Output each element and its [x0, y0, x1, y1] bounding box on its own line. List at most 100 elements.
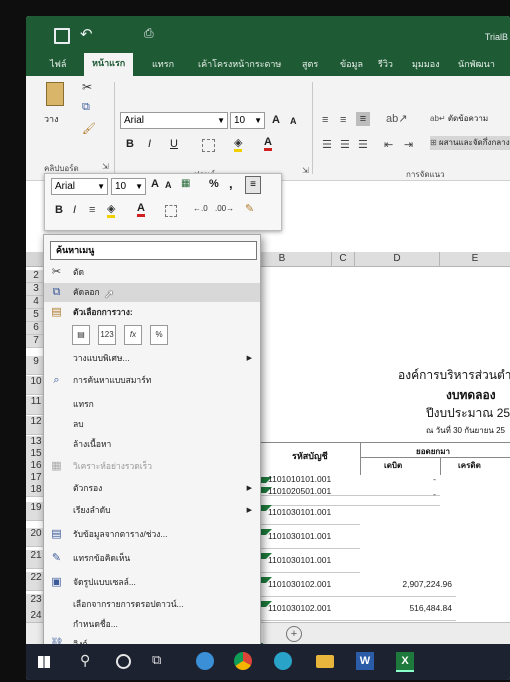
account-code-cell[interactable]: 1101030102.001 — [260, 574, 360, 597]
paste-icon[interactable] — [46, 82, 64, 106]
paste-values-icon[interactable]: 123 — [98, 325, 116, 345]
tab-file[interactable]: ไฟล์ — [50, 57, 66, 71]
cortana-icon[interactable] — [116, 654, 131, 669]
account-code-cell[interactable]: 1101030101.001 — [260, 550, 360, 573]
chevron-down-icon[interactable]: ▼ — [97, 179, 105, 194]
paste-button[interactable]: วาง — [44, 112, 59, 126]
menu-item-quick-analysis[interactable]: ▦ วิเคราะห์อย่างรวดเร็ว — [44, 457, 260, 476]
search-icon[interactable]: ⚲ — [80, 652, 90, 669]
merge-center-button[interactable]: ⊞ ผสานและจัดกึ่งกลาง — [430, 136, 510, 150]
align-left-icon[interactable]: ☰ — [322, 138, 332, 151]
column-header-e[interactable]: E — [440, 252, 510, 267]
tab-data[interactable]: ข้อมูล — [340, 57, 363, 71]
eraser-icon[interactable]: ✎ — [245, 202, 254, 215]
menu-item-paste-special[interactable]: วางแบบพิเศษ... ▶ — [44, 349, 260, 368]
excel-icon[interactable]: X — [396, 652, 414, 672]
tab-page-layout[interactable]: เค้าโครงหน้ากระดาษ — [198, 57, 281, 71]
windows-start-icon[interactable] — [38, 656, 50, 668]
grow-font-button[interactable]: A — [272, 114, 280, 126]
menu-item-filter[interactable]: ตัวกรอง ▶ — [44, 479, 260, 498]
align-middle-icon[interactable]: ≡ — [340, 114, 346, 126]
menu-item-insert[interactable]: แทรก — [44, 395, 260, 414]
account-code-cell[interactable]: 1101030101.001 — [260, 526, 360, 549]
mini-font-size-box[interactable]: 10 ▼ — [111, 178, 146, 195]
italic-button[interactable]: I — [148, 138, 151, 150]
tab-developer[interactable]: นักพัฒนา — [458, 57, 495, 71]
account-code-cell[interactable]: 1101030102.001 — [260, 598, 360, 621]
orientation-icon[interactable]: ab↗ — [386, 112, 407, 125]
menu-item-get-data[interactable]: ▤ รับข้อมูลจากตาราง/ช่วง... — [44, 525, 260, 544]
underline-button[interactable]: U — [170, 138, 178, 150]
shrink-font-icon[interactable]: A — [165, 180, 172, 190]
debit-cell[interactable]: - — [360, 484, 440, 506]
paste-formulas-icon[interactable]: fx — [124, 325, 142, 345]
debit-cell[interactable]: 516,484.84 — [360, 598, 456, 621]
borders-icon[interactable] — [165, 205, 177, 217]
cut-icon[interactable]: ✂ — [82, 80, 92, 94]
align-center-icon[interactable]: ☰ — [340, 138, 350, 151]
menu-item-pick-from-list[interactable]: เลือกจากรายการดรอปดาวน์... — [44, 595, 260, 614]
tab-insert[interactable]: แทรก — [152, 57, 174, 71]
account-code-cell[interactable]: 1101030101.001 — [260, 502, 360, 525]
undo-icon[interactable]: ↶ — [80, 25, 93, 43]
menu-item-define-name[interactable]: กำหนดชื่อ... — [44, 615, 260, 634]
menu-item-insert-comment[interactable]: ✎ แทรกข้อคิดเห็น — [44, 549, 260, 568]
mini-font-name-box[interactable]: Arial ▼ — [51, 178, 108, 195]
tab-review[interactable]: รีวิว — [378, 57, 393, 71]
number-format-icon[interactable]: ▦ — [181, 178, 190, 189]
font-name-box[interactable]: Arial ▼ — [120, 112, 228, 129]
font-color-button[interactable]: A — [264, 136, 272, 151]
align-bottom-icon[interactable]: ≡ — [356, 112, 370, 126]
edge-icon[interactable] — [274, 652, 292, 670]
align-right-icon[interactable]: ☰ — [358, 138, 368, 151]
grow-font-icon[interactable]: A — [151, 178, 159, 190]
bold-icon[interactable]: B — [55, 204, 63, 216]
column-header-d[interactable]: D — [355, 252, 440, 267]
decrease-indent-icon[interactable]: ⇤ — [384, 138, 393, 151]
menu-search-input[interactable]: ค้นหาเมนู — [50, 241, 257, 260]
borders-icon[interactable] — [202, 139, 215, 152]
debit-cell[interactable]: 2,907,224.96 — [360, 574, 456, 597]
paste-formatting-icon[interactable]: % — [150, 325, 168, 345]
format-painter-icon[interactable]: 🖌 — [82, 122, 96, 135]
chevron-down-icon[interactable]: ▼ — [135, 179, 143, 194]
shrink-font-button[interactable]: A — [290, 116, 297, 126]
percent-button[interactable]: % — [209, 178, 219, 190]
tab-home[interactable]: หน้าแรก — [84, 53, 134, 76]
font-color-icon[interactable]: A — [137, 202, 145, 217]
menu-item-cut[interactable]: ✂ ตัด — [44, 263, 260, 282]
print-preview-icon[interactable]: ⎙ — [144, 26, 154, 41]
menu-item-clear-contents[interactable]: ล้างเนื้อหา — [44, 435, 260, 454]
chevron-down-icon[interactable]: ▼ — [254, 113, 262, 128]
menu-item-delete[interactable]: ลบ — [44, 415, 260, 434]
font-launcher-icon[interactable]: ⇲ — [302, 166, 309, 175]
menu-item-format-cells[interactable]: ▣ จัดรูปแบบเซลล์... — [44, 573, 260, 592]
paste-default-icon[interactable]: ▤ — [72, 325, 90, 345]
menu-item-copy[interactable]: ⧉ คัดลอก ➚ — [44, 283, 260, 302]
chrome-icon[interactable] — [234, 652, 252, 670]
add-sheet-button[interactable]: + — [286, 626, 302, 642]
column-header-c[interactable]: C — [332, 252, 355, 267]
decrease-decimal-icon[interactable]: .00→ — [215, 204, 234, 213]
save-icon[interactable] — [54, 28, 70, 44]
edge-legacy-icon[interactable] — [196, 652, 214, 670]
increase-decimal-icon[interactable]: ←.0 — [193, 204, 208, 213]
comma-button[interactable]: , — [229, 176, 233, 191]
italic-icon[interactable]: I — [73, 204, 76, 216]
align-center-icon[interactable]: ≡ — [89, 204, 95, 216]
clipboard-launcher-icon[interactable]: ⇲ — [102, 162, 109, 171]
word-icon[interactable]: W — [356, 652, 374, 670]
tab-view[interactable]: มุมมอง — [412, 57, 440, 71]
copy-icon[interactable]: ⧉ — [82, 101, 90, 114]
fill-color-icon[interactable]: ◈ — [234, 136, 243, 152]
menu-item-sort[interactable]: เรียงลำดับ ▶ — [44, 501, 260, 520]
align-top-icon[interactable]: ≡ — [322, 114, 328, 126]
bold-button[interactable]: B — [126, 138, 134, 150]
fill-color-icon[interactable]: ◈ — [107, 202, 116, 218]
menu-item-smart-lookup[interactable]: ⌕ การค้นหาแบบสมาร์ท — [44, 371, 260, 390]
task-view-icon[interactable]: ⧉ — [152, 652, 161, 668]
file-explorer-icon[interactable] — [316, 655, 334, 668]
tab-formulas[interactable]: สูตร — [302, 57, 318, 71]
increase-indent-icon[interactable]: ⇥ — [404, 138, 413, 151]
font-size-box[interactable]: 10 ▼ — [230, 112, 265, 129]
